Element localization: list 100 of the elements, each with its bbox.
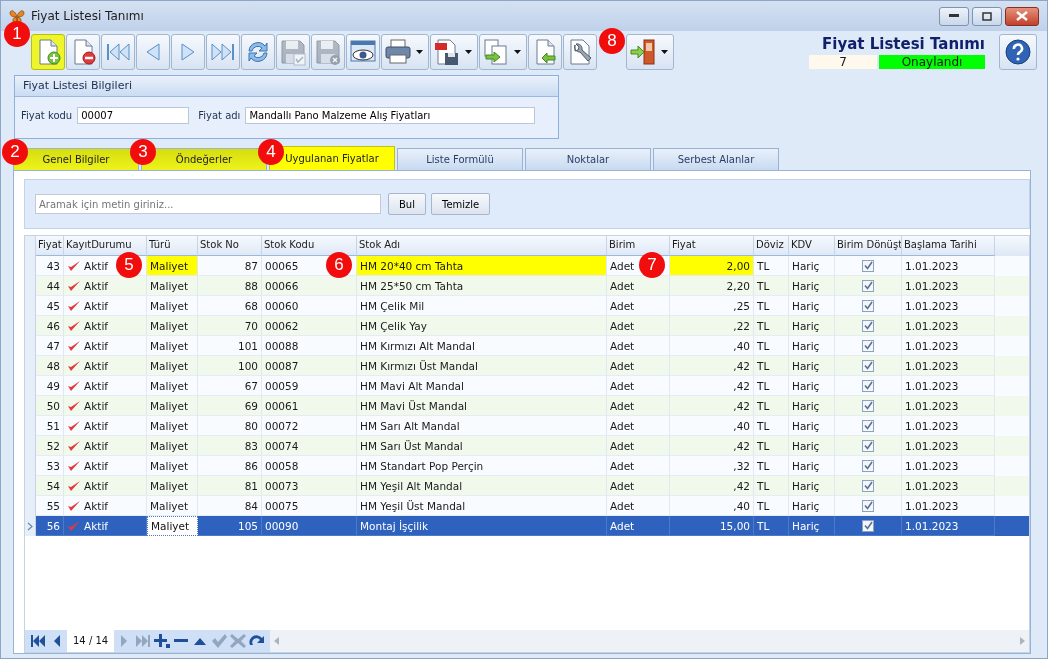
checkbox[interactable] <box>862 339 874 352</box>
checkbox[interactable] <box>862 319 874 332</box>
table-cell: Aktif <box>84 439 108 452</box>
current-row-icon <box>27 521 33 531</box>
table-cell: Maliyet <box>150 459 189 472</box>
search-button[interactable]: Temizle <box>431 193 491 215</box>
text-field[interactable]: 00007 <box>77 107 190 124</box>
checkbox[interactable] <box>862 299 874 312</box>
table-cell: 69 <box>244 399 258 412</box>
table-cell: 00066 <box>265 279 299 292</box>
table-cell: 101 <box>237 339 258 352</box>
table-row[interactable]: 56 Aktif Maliyet 105 00090 Montaj İşçilik Adet 15,00 TL Hariç 1.01.2023 <box>25 516 1029 536</box>
close-icon <box>1016 11 1028 21</box>
check-mark-icon <box>67 359 81 372</box>
table-cell: ,40 <box>733 339 750 352</box>
table-cell: Adet <box>610 499 635 512</box>
maximize-button[interactable] <box>972 6 1002 26</box>
table-row[interactable]: 46 Aktif Maliyet 70 00062 HM Çelik Yay Adet ,22 TL Hariç 1.01.2023 <box>25 316 1029 336</box>
pdf-button[interactable] <box>430 34 478 70</box>
table-row[interactable]: 48 Aktif Maliyet 100 00087 HM Kırmızı Üst Mandal Adet ,42 TL Hariç 1.01.2023 <box>25 356 1029 376</box>
checkbox[interactable] <box>862 519 874 532</box>
table-cell: Adet <box>610 279 635 292</box>
table-cell: Aktif <box>84 379 108 392</box>
table-cell: Hariç <box>792 259 820 272</box>
table-cell: 86 <box>244 459 258 472</box>
table-cell: Hariç <box>792 339 820 352</box>
help-button[interactable] <box>999 34 1037 70</box>
table-cell: ,32 <box>733 459 750 472</box>
table-cell: TL <box>757 399 770 412</box>
caret-icon <box>416 50 423 54</box>
search-field[interactable]: Aramak için metin giriniz... <box>35 194 381 214</box>
table-row[interactable]: 51 Aktif Maliyet 80 00072 HM Sarı Alt Mandal Adet ,40 TL Hariç 1.01.2023 <box>25 416 1029 436</box>
table-cell: 87 <box>244 259 258 272</box>
table-cell: 1.01.2023 <box>905 319 959 332</box>
caret-icon <box>661 50 668 54</box>
checkbox[interactable] <box>862 459 874 472</box>
checkbox[interactable] <box>862 279 874 292</box>
table-row[interactable]: 47 Aktif Maliyet 101 00088 HM Kırmızı Alt Mandal Adet ,40 TL Hariç 1.01.2023 <box>25 336 1029 356</box>
table-cell: HM Yeşil Üst Mandal <box>360 499 466 512</box>
table-cell: Maliyet <box>150 419 189 432</box>
text-field[interactable]: Mandallı Pano Malzeme Alış Fiyatları <box>245 107 536 124</box>
butterfly-icon <box>9 8 25 24</box>
table-cell: TL <box>757 419 770 432</box>
table-cell: 50 <box>46 399 60 412</box>
close-button[interactable] <box>1005 6 1039 26</box>
table-cell: 1.01.2023 <box>905 339 959 352</box>
table-cell: HM Mavi Alt Mandal <box>360 379 464 392</box>
table-cell: 00060 <box>265 299 299 312</box>
table-cell: 1.01.2023 <box>905 379 959 392</box>
row-indicator[interactable] <box>25 516 36 536</box>
table-row[interactable]: 50 Aktif Maliyet 69 00061 HM Mavi Üst Mandal Adet ,42 TL Hariç 1.01.2023 <box>25 396 1029 416</box>
minimize-button[interactable] <box>939 6 969 26</box>
search-button[interactable]: Bul <box>388 193 426 215</box>
check-mark-icon <box>67 279 81 292</box>
checkbox[interactable] <box>862 419 874 432</box>
table-cell: Maliyet <box>150 279 189 292</box>
table-cell: 1.01.2023 <box>905 439 959 452</box>
table-cell: Maliyet <box>150 299 189 312</box>
checkbox[interactable] <box>862 439 874 452</box>
table-cell: Maliyet <box>150 359 189 372</box>
table-row[interactable]: 49 Aktif Maliyet 67 00059 HM Mavi Alt Mandal Adet ,42 TL Hariç 1.01.2023 <box>25 376 1029 396</box>
window-title: Fiyat Listesi Tanımı <box>31 9 145 23</box>
table-row[interactable]: 52 Aktif Maliyet 83 00074 HM Sarı Üst Mandal Adet ,42 TL Hariç 1.01.2023 <box>25 436 1029 456</box>
table-cell: 00090 <box>265 519 299 532</box>
table-row[interactable]: 54 Aktif Maliyet 81 00073 HM Yeşil Alt Mandal Adet ,42 TL Hariç 1.01.2023 <box>25 476 1029 496</box>
checkbox[interactable] <box>862 259 874 272</box>
checkbox[interactable] <box>862 499 874 512</box>
check-mark-icon <box>67 479 81 492</box>
table-row[interactable]: 45 Aktif Maliyet 68 00060 HM Çelik Mil Adet ,25 TL Hariç 1.01.2023 <box>25 296 1029 316</box>
table-row[interactable]: 53 Aktif Maliyet 86 00058 HM Standart Pop Perçin Adet ,32 TL Hariç 1.01.2023 <box>25 456 1029 476</box>
export-button[interactable] <box>479 34 527 70</box>
table-cell: ,42 <box>733 479 750 492</box>
check-mark-icon <box>67 399 81 412</box>
tab[interactable]: Liste Formülü <box>397 148 523 170</box>
table-row[interactable]: 55 Aktif Maliyet 84 00075 HM Yeşil Üst Mandal Adet ,40 TL Hariç 1.01.2023 <box>25 496 1029 516</box>
table-cell: Adet <box>610 459 635 472</box>
table-cell: TL <box>757 319 770 332</box>
table-cell: 2,20 <box>726 279 750 292</box>
checkbox[interactable] <box>862 359 874 372</box>
table-cell: Maliyet <box>150 399 189 412</box>
tab[interactable]: Noktalar <box>525 148 651 170</box>
table-cell: 00062 <box>265 319 299 332</box>
caret-icon <box>514 50 521 54</box>
checkbox[interactable] <box>862 399 874 412</box>
table-cell: TL <box>757 479 770 492</box>
tab[interactable]: Serbest Alanlar <box>653 148 779 170</box>
checkbox[interactable] <box>862 479 874 492</box>
table-cell: Hariç <box>792 499 820 512</box>
add-icon[interactable] <box>153 633 172 649</box>
first-icon[interactable] <box>29 633 47 649</box>
checkbox[interactable] <box>862 379 874 392</box>
table-cell: 1.01.2023 <box>905 259 959 272</box>
table-cell: HM Çelik Yay <box>360 319 427 332</box>
exit-button[interactable] <box>626 34 674 70</box>
check-mark-icon <box>67 379 81 392</box>
table-row[interactable]: 44 Aktif Maliyet 88 00066 HM 25*50 cm Tahta Adet 2,20 TL Hariç 1.01.2023 <box>25 276 1029 296</box>
table-cell: TL <box>757 499 770 512</box>
table-cell: 51 <box>46 419 60 432</box>
print-button[interactable] <box>381 34 429 70</box>
table-cell: TL <box>757 519 770 532</box>
